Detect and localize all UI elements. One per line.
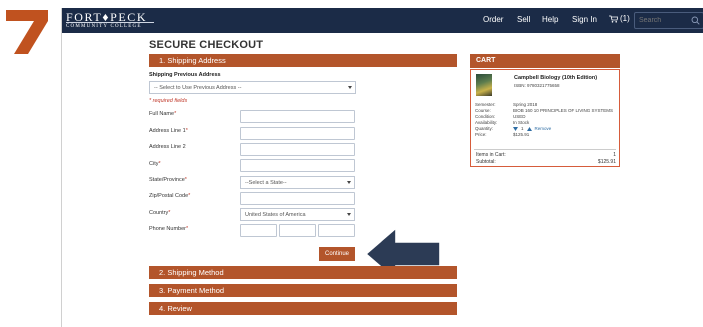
brand-logo-subtitle[interactable]: COMMUNITY COLLEGE — [66, 24, 142, 29]
page-left-border — [61, 8, 62, 327]
cart-subtotal-row: Subtotal: $125.91 — [476, 159, 616, 165]
phone-line-number-field[interactable] — [318, 224, 355, 237]
cart-detail-condition: Condition: USED — [475, 114, 526, 119]
nav-link-sell[interactable]: Sell — [517, 15, 530, 24]
phone-prefix-field[interactable] — [279, 224, 316, 237]
zip-code-label: Zip/Postal Code* — [149, 193, 191, 199]
state-province-label: State/Province* — [149, 177, 187, 183]
city-field[interactable] — [240, 159, 355, 172]
cart-header: CART — [470, 54, 620, 68]
city-label: City* — [149, 161, 161, 167]
previous-address-select-value: -- Select to Use Previous Address -- — [154, 85, 242, 91]
country-select[interactable]: United States of America — [240, 208, 355, 221]
nav-link-sign-in[interactable]: Sign In — [572, 15, 597, 24]
full-name-label: Full Name* — [149, 111, 177, 117]
search-box[interactable] — [634, 12, 703, 29]
section-review-label: 4. Review — [159, 304, 192, 313]
logo-divider — [66, 22, 154, 23]
address-line-2-field[interactable] — [240, 143, 355, 156]
book-cover-image[interactable] — [476, 74, 492, 96]
country-select-value: United States of America — [245, 212, 306, 218]
address-line-1-field[interactable] — [240, 127, 355, 140]
address-line-1-label: Address Line 1* — [149, 128, 188, 134]
cart-detail-price: Price: $125.91 — [475, 132, 530, 137]
cart-panel: Campbell Biology (10th Edition) ISBN: 97… — [470, 69, 620, 167]
cart-detail-semester: Semester: Spring 2018 — [475, 102, 538, 107]
section-shipping-method[interactable]: 2. Shipping Method — [149, 266, 457, 279]
state-province-select[interactable]: --Select a State-- — [240, 176, 355, 189]
section-review[interactable]: 4. Review — [149, 302, 457, 315]
quantity-value[interactable]: 1 — [521, 126, 524, 131]
step-number-badge: 7 — [6, 10, 48, 54]
full-name-field[interactable] — [240, 110, 355, 123]
search-icon[interactable] — [691, 16, 700, 25]
book-isbn: ISBN: 9780321775658 — [514, 83, 560, 88]
previous-address-select[interactable]: -- Select to Use Previous Address -- — [149, 81, 356, 94]
section-shipping-method-label: 2. Shipping Method — [159, 268, 224, 277]
section-payment-method[interactable]: 3. Payment Method — [149, 284, 457, 297]
address-line-2-label: Address Line 2 — [149, 144, 186, 150]
phone-number-label: Phone Number* — [149, 226, 189, 232]
cart-items-count-row: Items in Cart: 1 — [476, 152, 616, 158]
continue-button[interactable]: Continue — [319, 247, 355, 261]
cart-detail-quantity: Quantity: 1 Remove — [475, 126, 552, 131]
nav-link-help[interactable]: Help — [542, 15, 558, 24]
state-province-select-value: --Select a State-- — [245, 180, 287, 186]
chevron-down-icon — [347, 213, 351, 216]
search-input[interactable] — [639, 17, 685, 24]
nav-cart-link[interactable]: (1) — [609, 14, 630, 23]
top-navbar: FORT♦PECK COMMUNITY COLLEGE Order Sell H… — [62, 8, 703, 33]
quantity-increase-icon[interactable] — [526, 126, 532, 131]
chevron-down-icon — [347, 181, 351, 184]
zip-code-field[interactable] — [240, 192, 355, 205]
cart-detail-course: Course: BIOB 160 10 PRINCIPLES OF LIVING … — [475, 108, 614, 113]
previous-address-label: Shipping Previous Address — [149, 72, 221, 78]
section-shipping-address-label: 1. Shipping Address — [159, 56, 226, 65]
book-title[interactable]: Campbell Biology (10th Edition) — [514, 75, 618, 81]
country-label: Country* — [149, 210, 171, 216]
remove-item-link[interactable]: Remove — [535, 126, 552, 131]
nav-link-order[interactable]: Order — [483, 15, 503, 24]
cart-icon — [609, 15, 618, 23]
phone-area-code-field[interactable] — [240, 224, 277, 237]
required-fields-note: * required fields — [149, 98, 188, 104]
section-payment-method-label: 3. Payment Method — [159, 286, 225, 295]
cart-divider — [474, 149, 616, 150]
section-shipping-address[interactable]: 1. Shipping Address — [149, 54, 457, 67]
cart-detail-availability: Availability: In Stock — [475, 120, 530, 125]
chevron-down-icon — [348, 86, 352, 89]
quantity-decrease-icon[interactable] — [513, 126, 518, 131]
page-title: SECURE CHECKOUT — [149, 39, 264, 51]
cart-count: (1) — [620, 14, 630, 23]
